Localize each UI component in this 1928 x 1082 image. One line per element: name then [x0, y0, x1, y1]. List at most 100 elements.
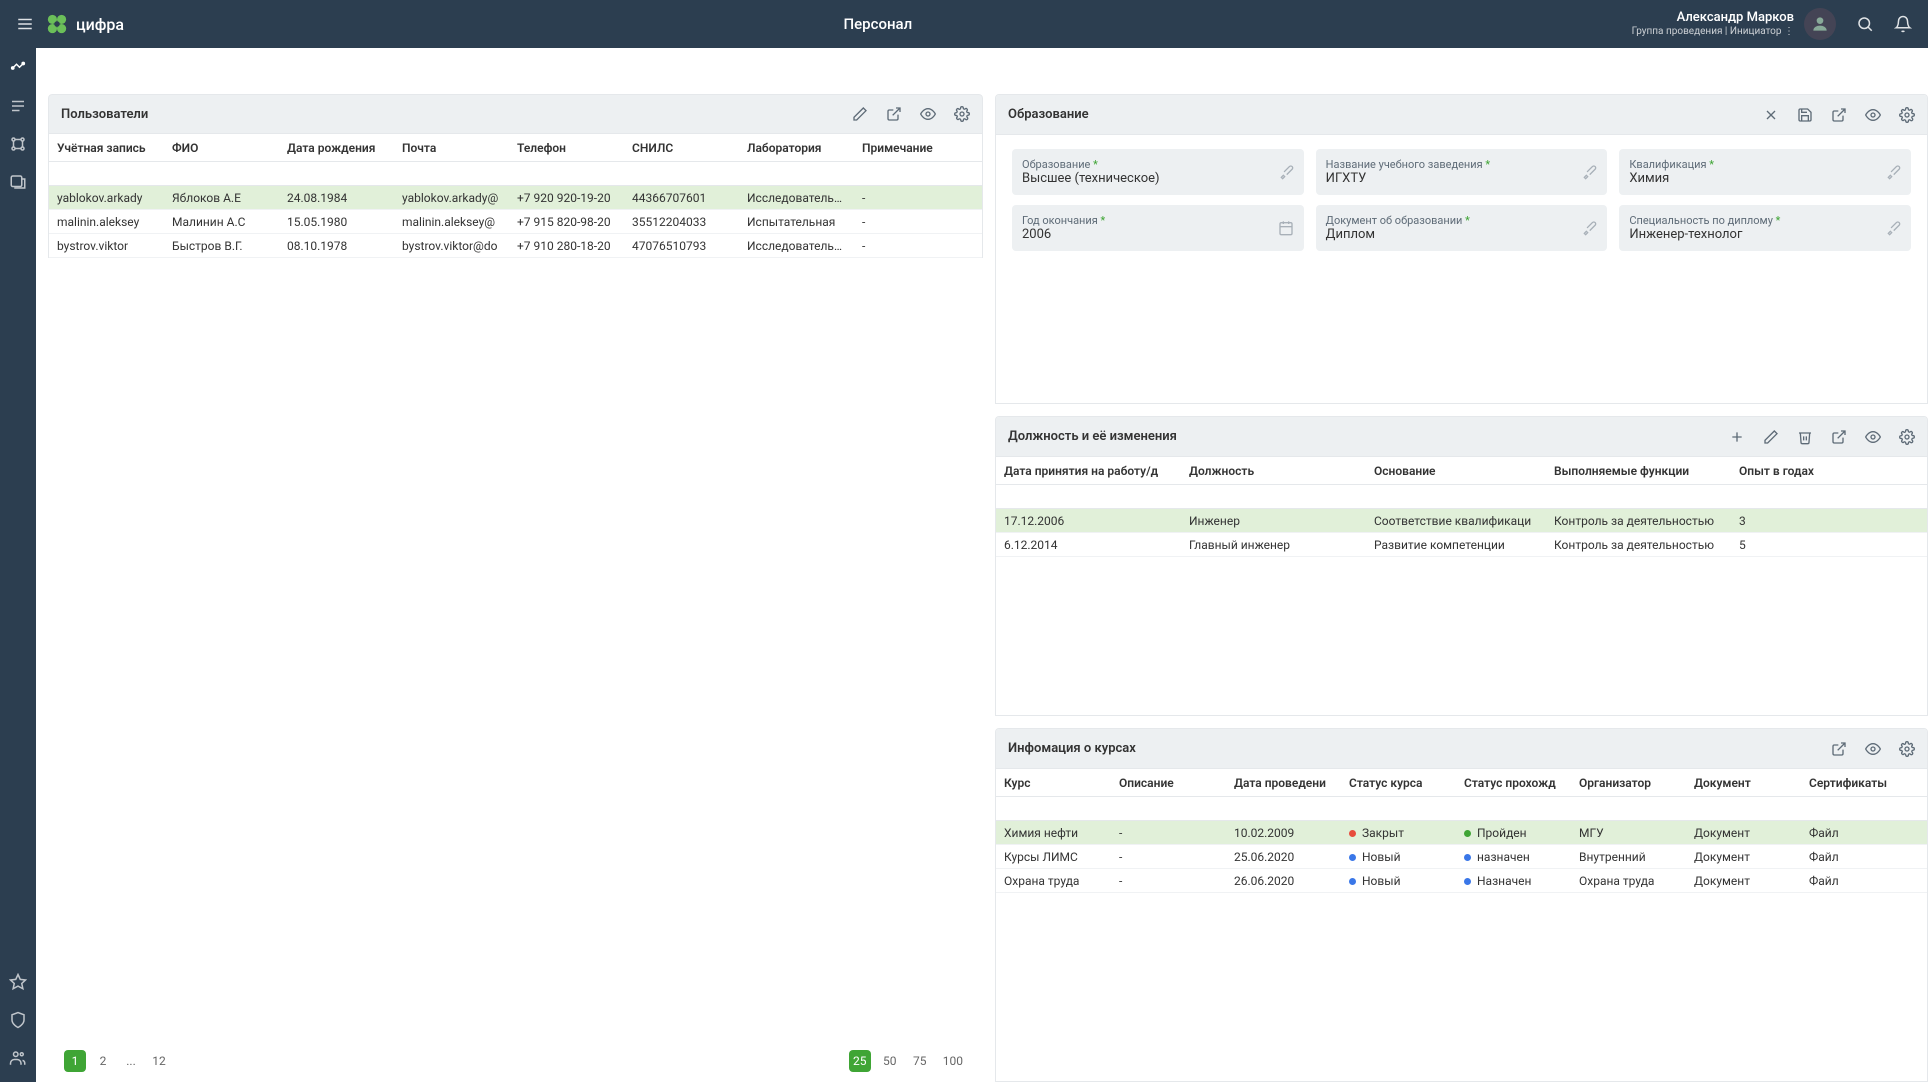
- cell: 25.06.2020: [1226, 850, 1341, 864]
- field-grad_year[interactable]: Год окончания *2006: [1012, 205, 1304, 251]
- courses-th[interactable]: Описание: [1111, 776, 1226, 790]
- brush-icon[interactable]: [1581, 164, 1597, 180]
- position-th[interactable]: Дата принятия на работу/д: [996, 464, 1181, 478]
- close-icon[interactable]: [1763, 107, 1779, 123]
- calendar-icon[interactable]: [1278, 220, 1294, 236]
- field-document[interactable]: Документ об образовании *Диплом: [1316, 205, 1608, 251]
- cell: 5: [1731, 538, 1901, 552]
- page-button[interactable]: 1: [64, 1050, 86, 1072]
- sidebar-item-1[interactable]: [8, 58, 28, 78]
- users-th[interactable]: Телефон: [509, 141, 624, 155]
- users-th[interactable]: Примечание: [854, 141, 969, 155]
- search-icon[interactable]: [1856, 15, 1874, 33]
- table-row[interactable]: bystrov.viktorБыстров В.Г.08.10.1978byst…: [49, 234, 982, 258]
- users-th[interactable]: Дата рождения: [279, 141, 394, 155]
- users-panel-title: Пользователи: [61, 107, 852, 122]
- gear-icon[interactable]: [954, 106, 970, 122]
- edit-icon[interactable]: [1763, 429, 1779, 445]
- save-icon[interactable]: [1797, 107, 1813, 123]
- page-size-button[interactable]: 50: [879, 1050, 901, 1072]
- gear-icon[interactable]: [1899, 741, 1915, 757]
- page-size-button[interactable]: 75: [909, 1050, 931, 1072]
- field-qualification[interactable]: Квалификация *Химия: [1619, 149, 1911, 195]
- table-row[interactable]: malinin.alekseyМалинин А.С15.05.1980mali…: [49, 210, 982, 234]
- users-th[interactable]: ФИО: [164, 141, 279, 155]
- edit-icon[interactable]: [852, 106, 868, 122]
- position-th[interactable]: Опыт в годах: [1731, 464, 1901, 478]
- table-row[interactable]: yablokov.arkadyЯблоков А.Е24.08.1984yabl…: [49, 186, 982, 210]
- bell-icon[interactable]: [1894, 15, 1912, 33]
- courses-th[interactable]: Статус курса: [1341, 776, 1456, 790]
- eye-icon[interactable]: [1865, 741, 1881, 757]
- sidebar-shield-icon[interactable]: [8, 1010, 28, 1030]
- cell: malinin.aleksey: [49, 215, 164, 229]
- trash-icon[interactable]: [1797, 429, 1813, 445]
- position-th[interactable]: Должность: [1181, 464, 1366, 478]
- education-panel: Образование Образование *Высшее (техниче…: [995, 94, 1928, 404]
- cell: 17.12.2006: [996, 514, 1181, 528]
- eye-icon[interactable]: [1865, 429, 1881, 445]
- sidebar-item-4[interactable]: [8, 172, 28, 192]
- page-button[interactable]: 2: [92, 1050, 114, 1072]
- table-row[interactable]: 6.12.2014Главный инженерРазвитие компете…: [996, 533, 1927, 557]
- page-button[interactable]: 12: [148, 1050, 170, 1072]
- brush-icon[interactable]: [1278, 164, 1294, 180]
- avatar[interactable]: [1804, 8, 1836, 40]
- gear-icon[interactable]: [1899, 429, 1915, 445]
- brush-icon[interactable]: [1581, 220, 1597, 236]
- field-value: Химия: [1629, 171, 1885, 186]
- page-size-button[interactable]: 25: [849, 1050, 871, 1072]
- position-th[interactable]: Основание: [1366, 464, 1546, 478]
- cell: -: [1111, 850, 1226, 864]
- cell: +7 920 920-19-20: [509, 191, 624, 205]
- brush-icon[interactable]: [1885, 164, 1901, 180]
- external-icon[interactable]: [1831, 107, 1847, 123]
- sidebar-item-2[interactable]: [8, 96, 28, 116]
- table-row[interactable]: 17.12.2006ИнженерСоответствие квалификац…: [996, 509, 1927, 533]
- external-icon[interactable]: [886, 106, 902, 122]
- field-institution[interactable]: Название учебного заведения *ИГХТУ: [1316, 149, 1608, 195]
- field-education[interactable]: Образование *Высшее (техническое): [1012, 149, 1304, 195]
- page-button[interactable]: ...: [120, 1050, 142, 1072]
- table-row[interactable]: Химия нефти-10.02.2009ЗакрытПройденМГУДо…: [996, 821, 1927, 845]
- table-row[interactable]: Курсы ЛИМС-25.06.2020НовыйназначенВнутре…: [996, 845, 1927, 869]
- users-th[interactable]: Лаборатория: [739, 141, 854, 155]
- sidebar-users-icon[interactable]: [8, 1048, 28, 1068]
- courses-th[interactable]: Сертификаты: [1801, 776, 1901, 790]
- field-label: Квалификация *: [1629, 158, 1885, 171]
- field-label: Год окончания *: [1022, 214, 1278, 227]
- user-name: Александр Марков: [1632, 10, 1794, 26]
- courses-th[interactable]: Курс: [996, 776, 1111, 790]
- users-th[interactable]: Почта: [394, 141, 509, 155]
- cell: 44366707601: [624, 191, 739, 205]
- external-icon[interactable]: [1831, 429, 1847, 445]
- cell: -: [854, 239, 969, 253]
- cell: Новый: [1341, 850, 1456, 864]
- courses-th[interactable]: Организатор: [1571, 776, 1686, 790]
- users-th[interactable]: Учётная запись: [49, 141, 164, 155]
- cell: Закрыт: [1341, 826, 1456, 840]
- user-block[interactable]: Александр Марков Группа проведения | Ини…: [1632, 8, 1836, 40]
- courses-th[interactable]: Статус прохожд: [1456, 776, 1571, 790]
- courses-th[interactable]: Дата проведени: [1226, 776, 1341, 790]
- hamburger-icon[interactable]: [16, 15, 34, 33]
- users-th[interactable]: СНИЛС: [624, 141, 739, 155]
- gear-icon[interactable]: [1899, 107, 1915, 123]
- cell: yablokov.arkady@: [394, 191, 509, 205]
- courses-th[interactable]: Документ: [1686, 776, 1801, 790]
- cell: Курсы ЛИМС: [996, 850, 1111, 864]
- field-specialty[interactable]: Специальность по диплому *Инженер-технол…: [1619, 205, 1911, 251]
- sidebar-star-icon[interactable]: [8, 972, 28, 992]
- plus-icon[interactable]: [1729, 429, 1745, 445]
- position-th[interactable]: Выполняемые функции: [1546, 464, 1731, 478]
- field-label: Документ об образовании *: [1326, 214, 1582, 227]
- sidebar-item-3[interactable]: [8, 134, 28, 154]
- brush-icon[interactable]: [1885, 220, 1901, 236]
- field-label: Образование *: [1022, 158, 1278, 171]
- eye-icon[interactable]: [1865, 107, 1881, 123]
- eye-icon[interactable]: [920, 106, 936, 122]
- external-icon[interactable]: [1831, 741, 1847, 757]
- table-row[interactable]: Охрана труда-26.06.2020НовыйНазначенОхра…: [996, 869, 1927, 893]
- page-size-button[interactable]: 100: [939, 1050, 967, 1072]
- cell: Файл: [1801, 874, 1901, 888]
